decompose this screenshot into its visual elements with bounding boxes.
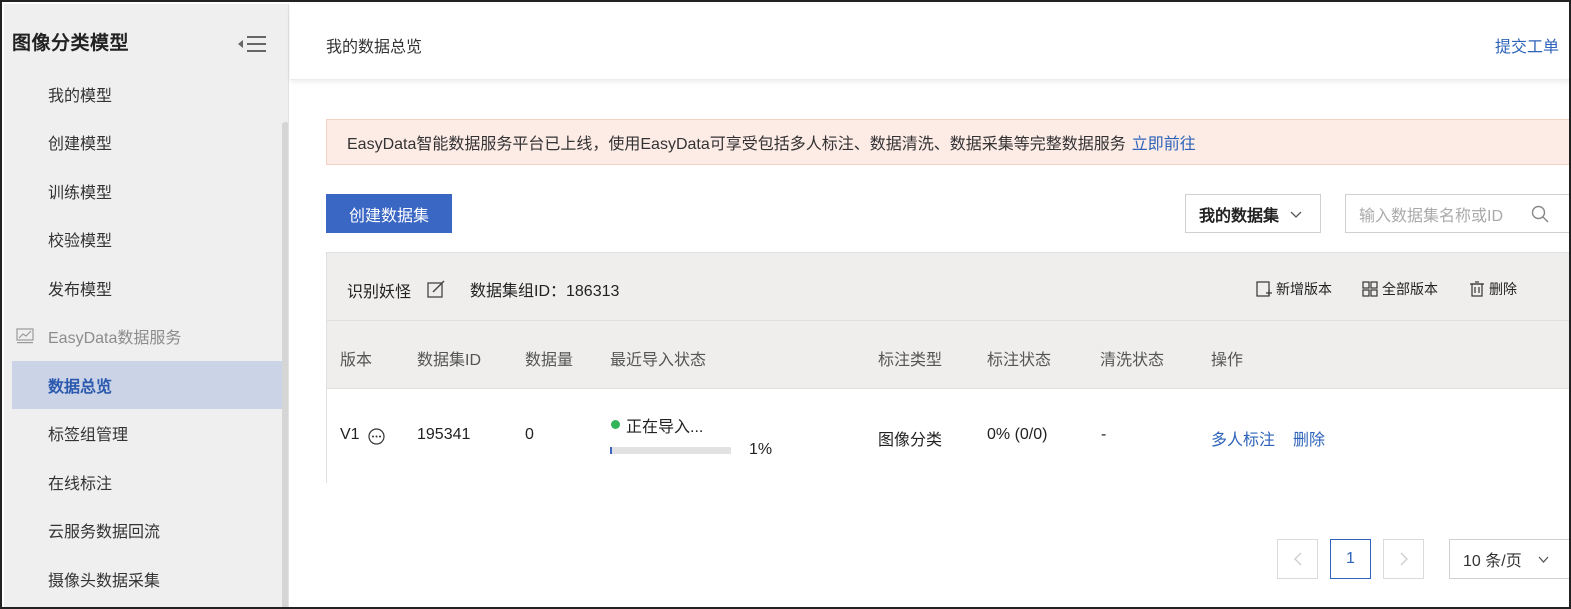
col-clean-status: 清洗状态: [1100, 352, 1165, 369]
next-page-button[interactable]: [1383, 539, 1424, 579]
sidebar-item-create-model[interactable]: 创建模型: [12, 118, 284, 166]
search-icon[interactable]: [1531, 205, 1549, 223]
cell-label-type: 图像分类: [878, 432, 943, 449]
page-button[interactable]: 1: [1330, 539, 1371, 579]
cell-import-status: 正在导入...: [626, 419, 704, 436]
col-dataset-id: 数据集ID: [417, 352, 482, 369]
import-progress-fill: [610, 447, 612, 454]
col-version: 版本: [340, 352, 373, 369]
cell-label-status: 0% (0/0): [987, 426, 1048, 443]
all-versions-button[interactable]: 全部版本: [1362, 279, 1438, 299]
sidebar-item-publish-model[interactable]: 发布模型: [12, 264, 284, 312]
chart-icon: [16, 328, 34, 344]
sidebar-title: 图像分类模型: [12, 33, 130, 54]
topbar: 我的数据总览 提交工单: [290, 4, 1569, 80]
trash-icon: [1470, 281, 1484, 297]
sidebar-item-label: 创建模型: [48, 136, 113, 153]
add-version-icon: [1256, 281, 1272, 297]
status-dot: [611, 420, 620, 429]
page-title: 我的数据总览: [326, 39, 423, 56]
search-input[interactable]: 输入数据集名称或ID: [1345, 194, 1569, 233]
cell-version: V1: [340, 426, 360, 443]
col-label-type: 标注类型: [878, 352, 943, 369]
all-versions-label: 全部版本: [1382, 281, 1438, 297]
multi-label-link[interactable]: 多人标注: [1211, 426, 1275, 450]
chevron-right-icon: [1400, 552, 1408, 566]
col-count: 数据量: [525, 352, 574, 369]
col-actions: 操作: [1211, 352, 1244, 369]
cell-count: 0: [525, 426, 534, 443]
page-size-value: 10 条/页: [1463, 553, 1522, 570]
prev-page-button[interactable]: [1277, 539, 1318, 579]
notice-banner: EasyData智能数据服务平台已上线，使用EasyData可享受包括多人标注、…: [326, 119, 1569, 165]
grid-icon: [1362, 281, 1378, 297]
table-row: V1 195341 0 正在导入... 1% 图像分类 0% (0/0) - 多…: [327, 389, 1569, 483]
sidebar-item-label: 数据总览: [48, 379, 113, 396]
sidebar-item-label-groups[interactable]: 标签组管理: [12, 409, 284, 457]
dataset-filter-select[interactable]: 我的数据集: [1185, 194, 1321, 233]
sidebar-item-camera-collection[interactable]: 摄像头数据采集: [12, 555, 284, 603]
create-dataset-button[interactable]: 创建数据集: [326, 194, 452, 233]
sidebar-item-label: 摄像头数据采集: [48, 573, 161, 590]
sidebar-group-easydata[interactable]: EasyData数据服务: [12, 312, 284, 360]
import-progress-bar: [610, 447, 731, 454]
add-version-button[interactable]: 新增版本: [1256, 279, 1332, 299]
sidebar-item-validate-model[interactable]: 校验模型: [12, 215, 284, 263]
delete-version-link[interactable]: 删除: [1293, 426, 1325, 450]
col-label-status: 标注状态: [987, 352, 1052, 369]
chevron-down-icon: [1538, 556, 1549, 563]
more-icon[interactable]: [368, 428, 385, 445]
sidebar-item-label: 标签组管理: [48, 427, 129, 444]
dataset-group-header: 识别妖怪 数据集组ID：186313 新增版本 全部版本 删除: [327, 253, 1569, 321]
sidebar-item-data-overview[interactable]: 数据总览: [12, 361, 284, 409]
sidebar-scrollbar[interactable]: [282, 122, 288, 607]
table-header: 版本 数据集ID 数据量 最近导入状态 标注类型 标注状态 清洗状态 操作: [327, 321, 1569, 389]
sidebar: 图像分类模型 我的模型 创建模型 训练模型 校验模型 发布模型 EasyData…: [4, 4, 289, 607]
sidebar-group-label: EasyData数据服务: [48, 330, 182, 347]
sidebar-item-train-model[interactable]: 训练模型: [12, 167, 284, 215]
cell-clean-status: -: [1101, 426, 1107, 443]
submit-ticket-link[interactable]: 提交工单: [1495, 33, 1559, 57]
page-size-select[interactable]: 10 条/页: [1449, 539, 1569, 579]
delete-group-label: 删除: [1489, 281, 1517, 297]
sidebar-item-label: 云服务数据回流: [48, 524, 161, 541]
collapse-menu-icon[interactable]: [238, 34, 266, 54]
delete-group-button[interactable]: 删除: [1469, 279, 1517, 299]
notice-text: EasyData智能数据服务平台已上线，使用EasyData可享受包括多人标注、…: [347, 136, 1126, 153]
dataset-filter-value: 我的数据集: [1199, 207, 1280, 225]
sidebar-item-label: 我的模型: [48, 88, 113, 105]
dataset-group-panel: 识别妖怪 数据集组ID：186313 新增版本 全部版本 删除 版本 数据集ID: [326, 252, 1569, 483]
sidebar-item-cloud-data-return[interactable]: 云服务数据回流: [12, 506, 284, 554]
sidebar-item-online-labeling[interactable]: 在线标注: [12, 458, 284, 506]
edit-icon[interactable]: [427, 280, 445, 298]
search-placeholder: 输入数据集名称或ID: [1359, 207, 1504, 225]
col-import-status: 最近导入状态: [610, 352, 707, 369]
cell-dataset-id: 195341: [417, 426, 471, 443]
chevron-left-icon: [1293, 552, 1301, 566]
import-progress-text: 1%: [749, 441, 773, 458]
dataset-group-name: 识别妖怪: [347, 284, 412, 301]
app-window: 图像分类模型 我的模型 创建模型 训练模型 校验模型 发布模型 EasyData…: [0, 0, 1571, 609]
notice-go-link[interactable]: 立即前往: [1132, 130, 1196, 154]
add-version-label: 新增版本: [1276, 281, 1332, 297]
dataset-group-id: 数据集组ID：186313: [470, 283, 620, 300]
sidebar-item-my-models[interactable]: 我的模型: [12, 70, 284, 118]
sidebar-item-label: 训练模型: [48, 185, 113, 202]
sidebar-item-label: 在线标注: [48, 476, 113, 493]
chevron-down-icon: [1290, 211, 1302, 218]
sidebar-item-label: 发布模型: [48, 282, 113, 299]
sidebar-item-label: 校验模型: [48, 233, 113, 250]
